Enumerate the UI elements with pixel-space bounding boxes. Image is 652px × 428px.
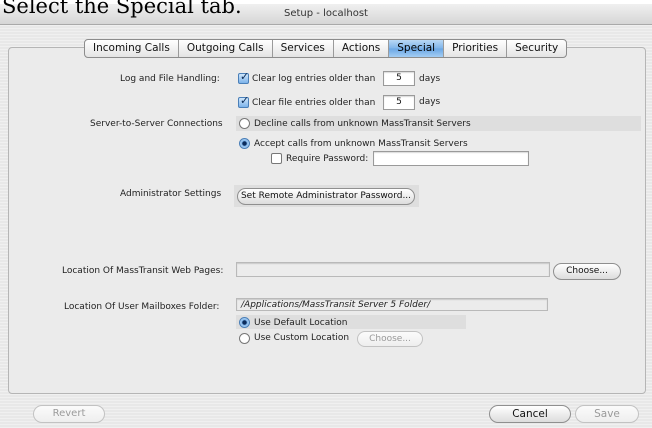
- set-admin-password-button[interactable]: Set Remote Administrator Password...: [237, 188, 415, 205]
- web-pages-choose-button[interactable]: Choose...: [553, 263, 621, 280]
- use-default-location-label: Use Default Location: [254, 318, 348, 328]
- clear-log-days-input[interactable]: 5: [383, 71, 415, 86]
- tab-incoming-calls[interactable]: Incoming Calls: [85, 40, 179, 57]
- mailboxes-path-field[interactable]: /Applications/MassTransit Server 5 Folde…: [236, 298, 548, 311]
- clear-file-unit: days: [419, 97, 441, 107]
- clear-log-unit: days: [419, 74, 441, 84]
- tab-bar: Incoming Calls Outgoing Calls Services A…: [84, 39, 568, 58]
- clear-log-label: Clear log entries older than: [252, 74, 376, 84]
- decline-calls-label: Decline calls from unknown MassTransit S…: [254, 119, 471, 129]
- web-pages-label: Location Of MassTransit Web Pages:: [62, 266, 224, 276]
- save-button[interactable]: Save: [575, 405, 639, 423]
- tab-outgoing-calls[interactable]: Outgoing Calls: [179, 40, 273, 57]
- admin-settings-label: Administrator Settings: [120, 189, 222, 199]
- clear-file-checkbox[interactable]: ✓: [238, 94, 250, 108]
- accept-calls-radio[interactable]: [239, 138, 250, 149]
- tab-services[interactable]: Services: [273, 40, 334, 57]
- clear-file-days-input[interactable]: 5: [383, 95, 415, 110]
- checkmark-icon: ✓: [240, 94, 250, 107]
- server-connections-label: Server-to-Server Connections: [90, 119, 223, 129]
- instruction-caption: Select the Special tab.: [2, 0, 242, 18]
- web-pages-path-field[interactable]: [236, 262, 550, 277]
- decline-calls-radio[interactable]: [239, 118, 250, 129]
- tab-priorities[interactable]: Priorities: [444, 40, 508, 57]
- password-input[interactable]: [373, 151, 529, 166]
- cancel-button[interactable]: Cancel: [489, 405, 571, 423]
- mailboxes-label: Location Of User Mailboxes Folder:: [64, 302, 220, 312]
- require-password-checkbox[interactable]: [271, 153, 282, 164]
- tab-special[interactable]: Special: [389, 40, 445, 57]
- revert-button[interactable]: Revert: [33, 405, 105, 423]
- use-custom-location-label: Use Custom Location: [254, 333, 350, 343]
- clear-log-checkbox[interactable]: ✓: [238, 70, 250, 84]
- use-default-location-radio[interactable]: [239, 317, 250, 328]
- use-custom-location-radio[interactable]: [239, 333, 250, 344]
- log-file-handling-label: Log and File Handling:: [120, 74, 220, 84]
- accept-calls-label: Accept calls from unknown MassTransit Se…: [254, 139, 468, 149]
- clear-file-label: Clear file entries older than: [252, 98, 376, 108]
- tab-security[interactable]: Security: [507, 40, 566, 57]
- require-password-label: Require Password:: [286, 154, 369, 164]
- tab-actions[interactable]: Actions: [334, 40, 390, 57]
- checkmark-icon: ✓: [240, 70, 250, 83]
- custom-location-choose-button[interactable]: Choose...: [357, 331, 423, 347]
